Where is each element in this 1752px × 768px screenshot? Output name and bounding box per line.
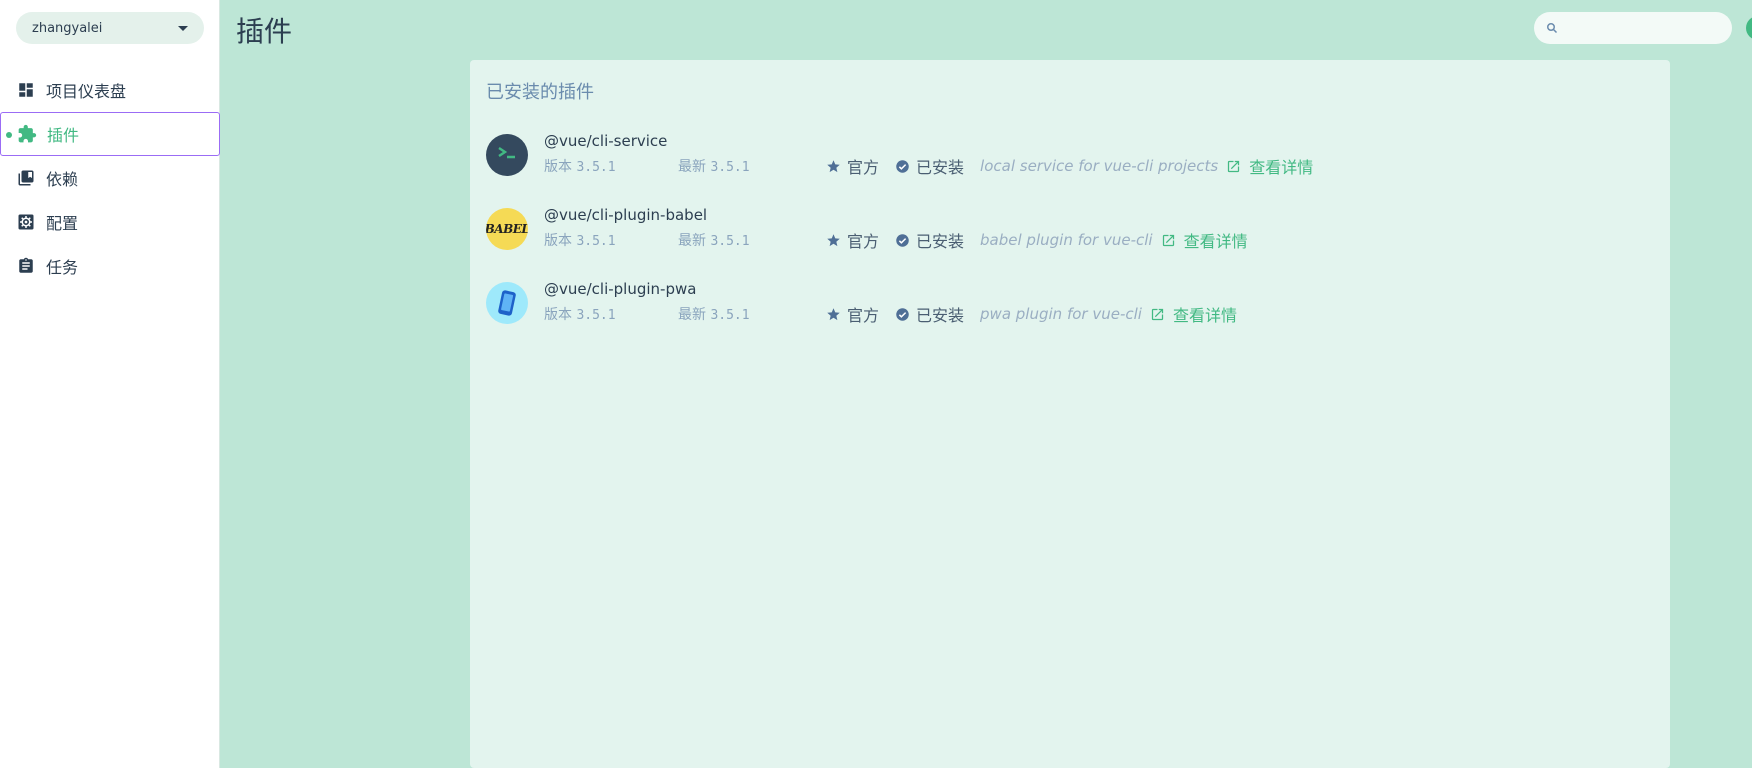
plugin-meta: 官方 已安装 pwa plugin for vue-cli 查看详情 (826, 302, 1237, 326)
open-in-new-icon (1228, 160, 1240, 172)
plugin-version: 版本 3.5.1 (544, 159, 616, 175)
plugin-meta: 官方 已安装 local service for vue-cli project… (826, 154, 1313, 178)
sidebar-item-label: 依赖 (46, 170, 79, 189)
open-in-new-icon (1151, 308, 1164, 320)
plugin-description: local service for vue-cli projects (980, 157, 1219, 175)
search-input[interactable] (1564, 20, 1724, 36)
puzzle-icon (17, 124, 37, 144)
active-indicator (6, 132, 12, 138)
sidebar: zhangyalei 项目仪表盘 插件 依赖 配置 任务 (0, 0, 220, 768)
view-details-link[interactable]: 查看详情 (1226, 154, 1313, 178)
open-in-new-icon (1162, 234, 1174, 246)
plugin-version: 版本 3.5.1 (544, 307, 616, 323)
sidebar-item-label: 配置 (46, 214, 79, 233)
installed-badge: 已安装 (895, 154, 964, 178)
terminal-logo-icon (486, 134, 528, 176)
search-icon (1546, 19, 1558, 38)
project-selector[interactable]: zhangyalei (16, 12, 204, 44)
plugin-name: @vue/cli-service (544, 132, 668, 150)
plugin-item[interactable]: BABEL @vue/cli-plugin-babel 版本 3.5.1 最新 … (486, 202, 1646, 258)
check-circle-icon (896, 233, 909, 247)
panel-title: 已安装的插件 (486, 82, 594, 103)
official-badge: 官方 (826, 302, 879, 326)
plugin-latest-version: 最新 3.5.1 (678, 307, 750, 323)
installed-plugins-panel: 已安装的插件 @vue/cli-service 版本 3.5.1 最新 3.5.… (470, 60, 1670, 768)
plugin-latest-version: 最新 3.5.1 (678, 159, 750, 175)
plugin-item[interactable]: @vue/cli-service 版本 3.5.1 最新 3.5.1 官方 已安… (486, 128, 1646, 184)
sidebar-item-label: 项目仪表盘 (46, 82, 127, 101)
project-name: zhangyalei (32, 20, 103, 36)
star-icon (827, 159, 840, 172)
babel-logo-icon: BABEL (486, 208, 528, 250)
plugin-meta: 官方 已安装 babel plugin for vue-cli 查看详情 (826, 228, 1248, 252)
official-badge: 官方 (826, 154, 879, 178)
sidebar-item-dependencies[interactable]: 依赖 (0, 156, 220, 200)
star-icon (827, 307, 840, 320)
official-badge: 官方 (826, 228, 879, 252)
plugin-latest-version: 最新 3.5.1 (678, 233, 750, 249)
sidebar-item-dashboard[interactable]: 项目仪表盘 (0, 68, 220, 112)
installed-badge: 已安装 (895, 228, 964, 252)
sidebar-item-label: 任务 (46, 258, 79, 277)
sidebar-item-plugins[interactable]: 插件 (0, 112, 220, 156)
sidebar-item-label: 插件 (47, 126, 80, 145)
page-title: 插件 (236, 15, 293, 48)
library-icon (16, 168, 36, 188)
clipboard-icon (16, 256, 36, 276)
check-circle-icon (896, 159, 909, 173)
sidebar-item-tasks[interactable]: 任务 (0, 244, 220, 288)
settings-box-icon (16, 212, 36, 232)
plugin-description: pwa plugin for vue-cli (980, 305, 1142, 323)
status-indicator[interactable] (1746, 16, 1752, 40)
caret-down-icon (178, 25, 188, 31)
plugin-item[interactable]: @vue/cli-plugin-pwa 版本 3.5.1 最新 3.5.1 官方… (486, 276, 1646, 332)
view-details-link[interactable]: 查看详情 (1150, 302, 1237, 326)
phone-logo-icon (486, 282, 528, 324)
sidebar-nav: 项目仪表盘 插件 依赖 配置 任务 (0, 68, 220, 288)
plugin-name: @vue/cli-plugin-babel (544, 206, 708, 224)
star-icon (827, 233, 840, 246)
check-circle-icon (896, 307, 909, 321)
plugin-description: babel plugin for vue-cli (980, 231, 1153, 249)
view-details-link[interactable]: 查看详情 (1161, 228, 1248, 252)
search-box[interactable] (1534, 12, 1732, 44)
plugin-version: 版本 3.5.1 (544, 233, 616, 249)
plugin-name: @vue/cli-plugin-pwa (544, 280, 697, 298)
sidebar-item-config[interactable]: 配置 (0, 200, 220, 244)
installed-badge: 已安装 (895, 302, 964, 326)
dashboard-icon (16, 80, 36, 100)
